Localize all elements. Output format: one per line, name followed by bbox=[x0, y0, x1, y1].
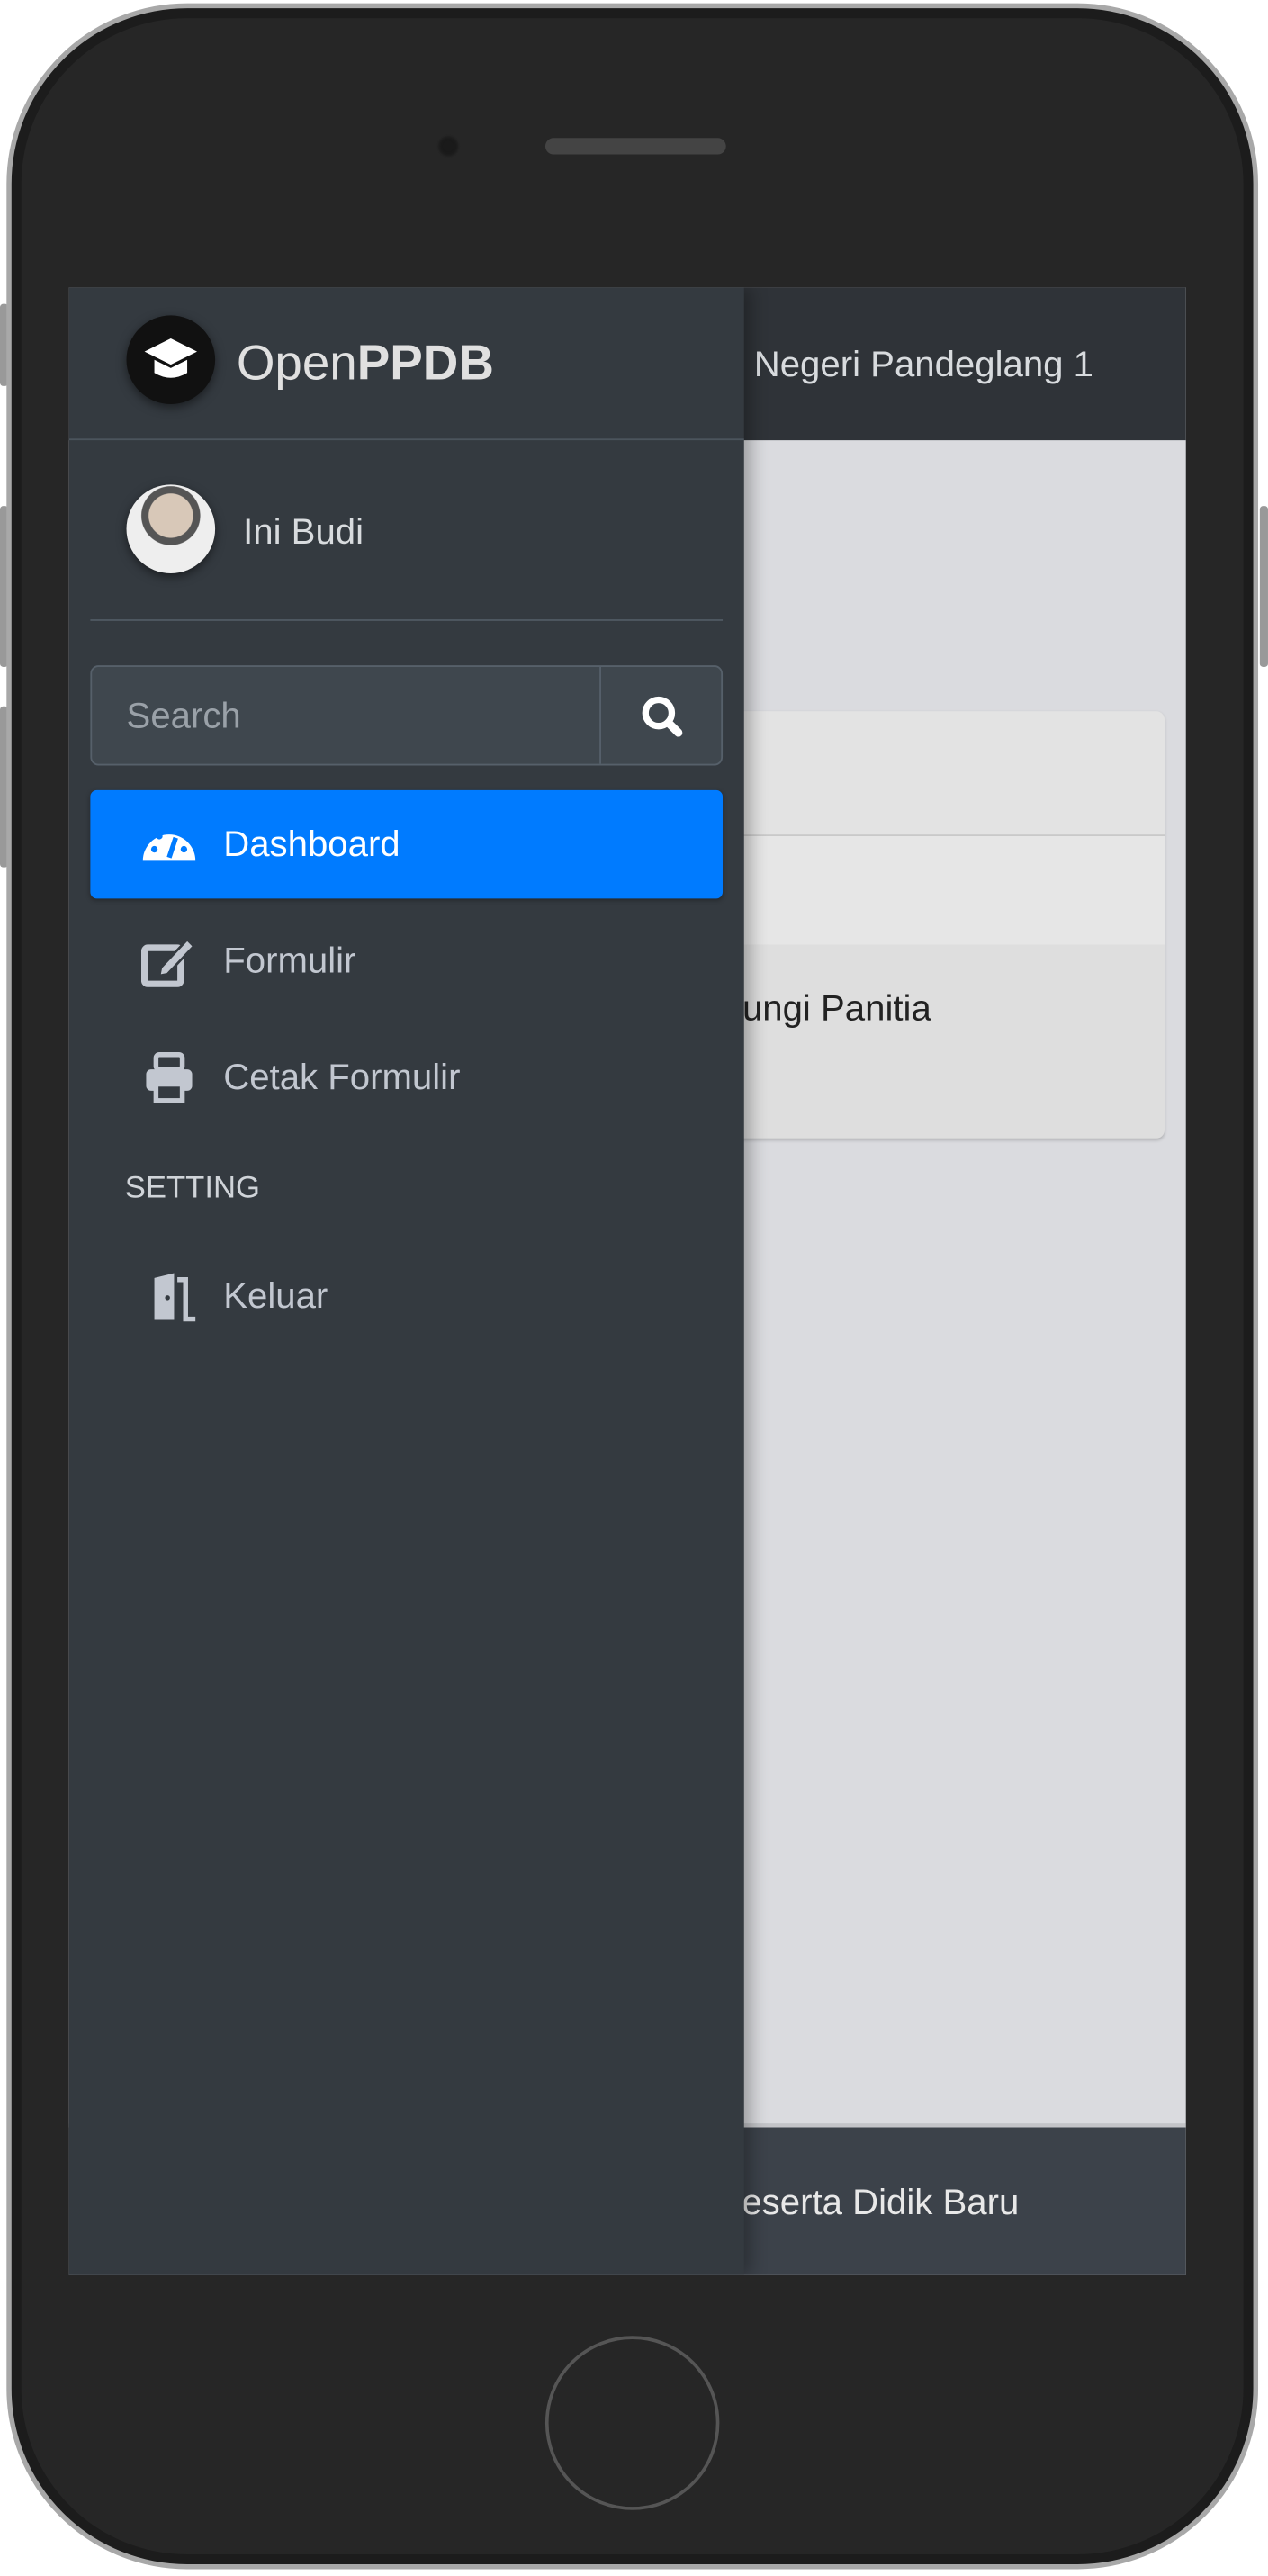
sidebar-item-label: Formulir bbox=[223, 939, 356, 981]
sidebar-item-formulir[interactable]: Formulir bbox=[90, 906, 723, 1014]
brand-name: OpenPPDB bbox=[236, 337, 494, 392]
search-button[interactable] bbox=[599, 666, 723, 764]
card-text: ungi Panitia bbox=[742, 986, 931, 1029]
sidebar-search bbox=[90, 665, 724, 766]
sidebar-item-keluar[interactable]: Keluar bbox=[90, 1242, 723, 1350]
brand-link[interactable]: OpenPPDB bbox=[68, 287, 744, 441]
speaker bbox=[544, 138, 726, 155]
tachometer-icon bbox=[142, 833, 196, 861]
edit-icon bbox=[140, 937, 196, 987]
search-input[interactable] bbox=[92, 666, 600, 764]
card-subheader bbox=[693, 835, 1165, 945]
sidebar-item-label: Keluar bbox=[223, 1274, 328, 1316]
avatar[interactable] bbox=[126, 484, 216, 573]
screen: Negeri Pandeglang 1 ungi Panitia Peserta… bbox=[68, 287, 1186, 2275]
school-title: Negeri Pandeglang 1 bbox=[753, 343, 1094, 385]
sidebar: OpenPPDB Ini Budi Dashboard Formulir bbox=[68, 287, 744, 2275]
door-open-icon bbox=[146, 1273, 196, 1322]
graduation-cap-icon bbox=[126, 315, 216, 404]
camera bbox=[436, 134, 461, 158]
power-button bbox=[1259, 506, 1268, 667]
card-header bbox=[693, 711, 1165, 836]
sidebar-item-dashboard[interactable]: Dashboard bbox=[90, 789, 724, 899]
print-icon bbox=[146, 1051, 193, 1103]
sidebar-item-label: Cetak Formulir bbox=[223, 1056, 461, 1098]
section-header-setting: SETTING bbox=[124, 1171, 260, 1206]
info-card: ungi Panitia bbox=[693, 711, 1165, 1139]
home-button[interactable] bbox=[544, 2336, 720, 2510]
user-panel: Ini Budi bbox=[90, 440, 724, 621]
sidebar-item-cetak-formulir[interactable]: Cetak Formulir bbox=[90, 1023, 723, 1131]
user-name[interactable]: Ini Budi bbox=[243, 511, 364, 554]
footer-text: Peserta Didik Baru bbox=[717, 2181, 1020, 2223]
search-icon bbox=[642, 696, 683, 737]
sidebar-item-label: Dashboard bbox=[223, 823, 400, 865]
